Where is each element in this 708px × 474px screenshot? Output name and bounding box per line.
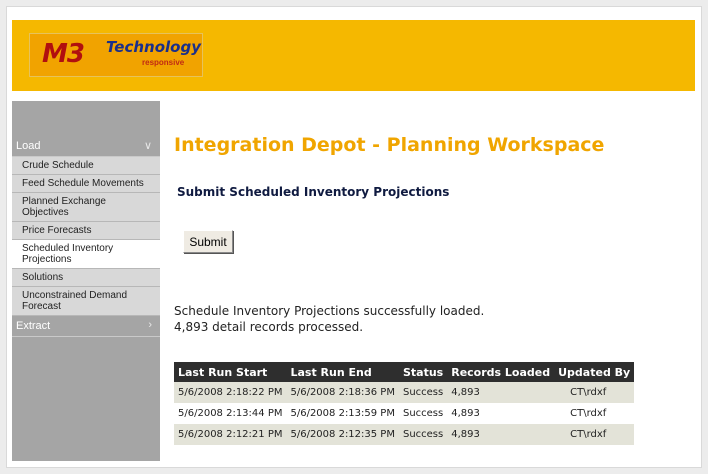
sidebar-item-planned-exchange-objectives[interactable]: Planned Exchange Objectives: [12, 193, 160, 222]
table-cell: CT\rdxf: [554, 424, 635, 445]
logo-sub-text: Technology: [106, 38, 201, 56]
table-row: 5/6/2008 2:12:21 PM 5/6/2008 2:12:35 PM …: [174, 424, 635, 445]
table-cell: 5/6/2008 2:12:21 PM: [174, 424, 287, 445]
table-cell: 4,893: [447, 382, 555, 403]
main-content: Integration Depot - Planning Workspace S…: [160, 101, 695, 461]
table-cell: 5/6/2008 2:13:44 PM: [174, 403, 287, 424]
sidebar-item-feed-schedule-movements[interactable]: Feed Schedule Movements: [12, 175, 160, 193]
sidebar-menu: Load ∨ Crude Schedule Feed Schedule Move…: [12, 136, 160, 337]
table-cell: Success: [398, 424, 448, 445]
logo-tagline: responsive: [142, 58, 185, 67]
sidebar-item-crude-schedule[interactable]: Crude Schedule: [12, 157, 160, 175]
table-header-row: Last Run Start Last Run End Status Recor…: [174, 362, 635, 382]
submit-button[interactable]: Submit: [183, 230, 233, 253]
header-banner: M3 Technology responsive: [12, 20, 695, 91]
sidebar-section-load[interactable]: Load ∨: [12, 136, 160, 157]
table-cell: CT\rdxf: [554, 403, 635, 424]
column-header: Last Run Start: [174, 362, 287, 382]
table-cell: Success: [398, 382, 448, 403]
table-cell: 5/6/2008 2:18:22 PM: [174, 382, 287, 403]
table-cell: 5/6/2008 2:12:35 PM: [286, 424, 399, 445]
company-logo[interactable]: M3 Technology responsive: [29, 33, 203, 77]
header-separator: [12, 91, 695, 101]
page-title: Integration Depot - Planning Workspace: [174, 134, 605, 156]
table-row: 5/6/2008 2:18:22 PM 5/6/2008 2:18:36 PM …: [174, 382, 635, 403]
table-cell: Success: [398, 403, 448, 424]
run-history-table: Last Run Start Last Run End Status Recor…: [174, 362, 635, 445]
table-cell: 5/6/2008 2:18:36 PM: [286, 382, 399, 403]
chevron-right-icon: ›: [148, 319, 152, 331]
logo-main-text: M3: [42, 39, 85, 69]
status-message: Schedule Inventory Projections successfu…: [174, 304, 485, 318]
sidebar-item-price-forecasts[interactable]: Price Forecasts: [12, 222, 160, 240]
records-message: 4,893 detail records processed.: [174, 320, 364, 334]
column-header: Updated By: [554, 362, 635, 382]
table-cell: 5/6/2008 2:13:59 PM: [286, 403, 399, 424]
table-cell: 4,893: [447, 403, 555, 424]
table-row: 5/6/2008 2:13:44 PM 5/6/2008 2:13:59 PM …: [174, 403, 635, 424]
column-header: Status: [398, 362, 448, 382]
sidebar-spacer: [12, 101, 160, 136]
sidebar-section-label: Extract: [16, 320, 51, 332]
column-header: Records Loaded: [447, 362, 555, 382]
sidebar: Load ∨ Crude Schedule Feed Schedule Move…: [12, 101, 160, 461]
sidebar-item-unconstrained-demand-forecast[interactable]: Unconstrained Demand Forecast: [12, 287, 160, 316]
table-cell: 4,893: [447, 424, 555, 445]
sidebar-section-label: Load: [16, 140, 41, 152]
chevron-down-icon: ∨: [143, 140, 152, 152]
table-cell: CT\rdxf: [554, 382, 635, 403]
section-subtitle: Submit Scheduled Inventory Projections: [177, 185, 450, 199]
sidebar-item-solutions[interactable]: Solutions: [12, 269, 160, 287]
sidebar-item-scheduled-inventory-projections[interactable]: Scheduled Inventory Projections: [12, 240, 160, 269]
column-header: Last Run End: [286, 362, 399, 382]
sidebar-section-extract[interactable]: Extract ›: [12, 316, 160, 337]
